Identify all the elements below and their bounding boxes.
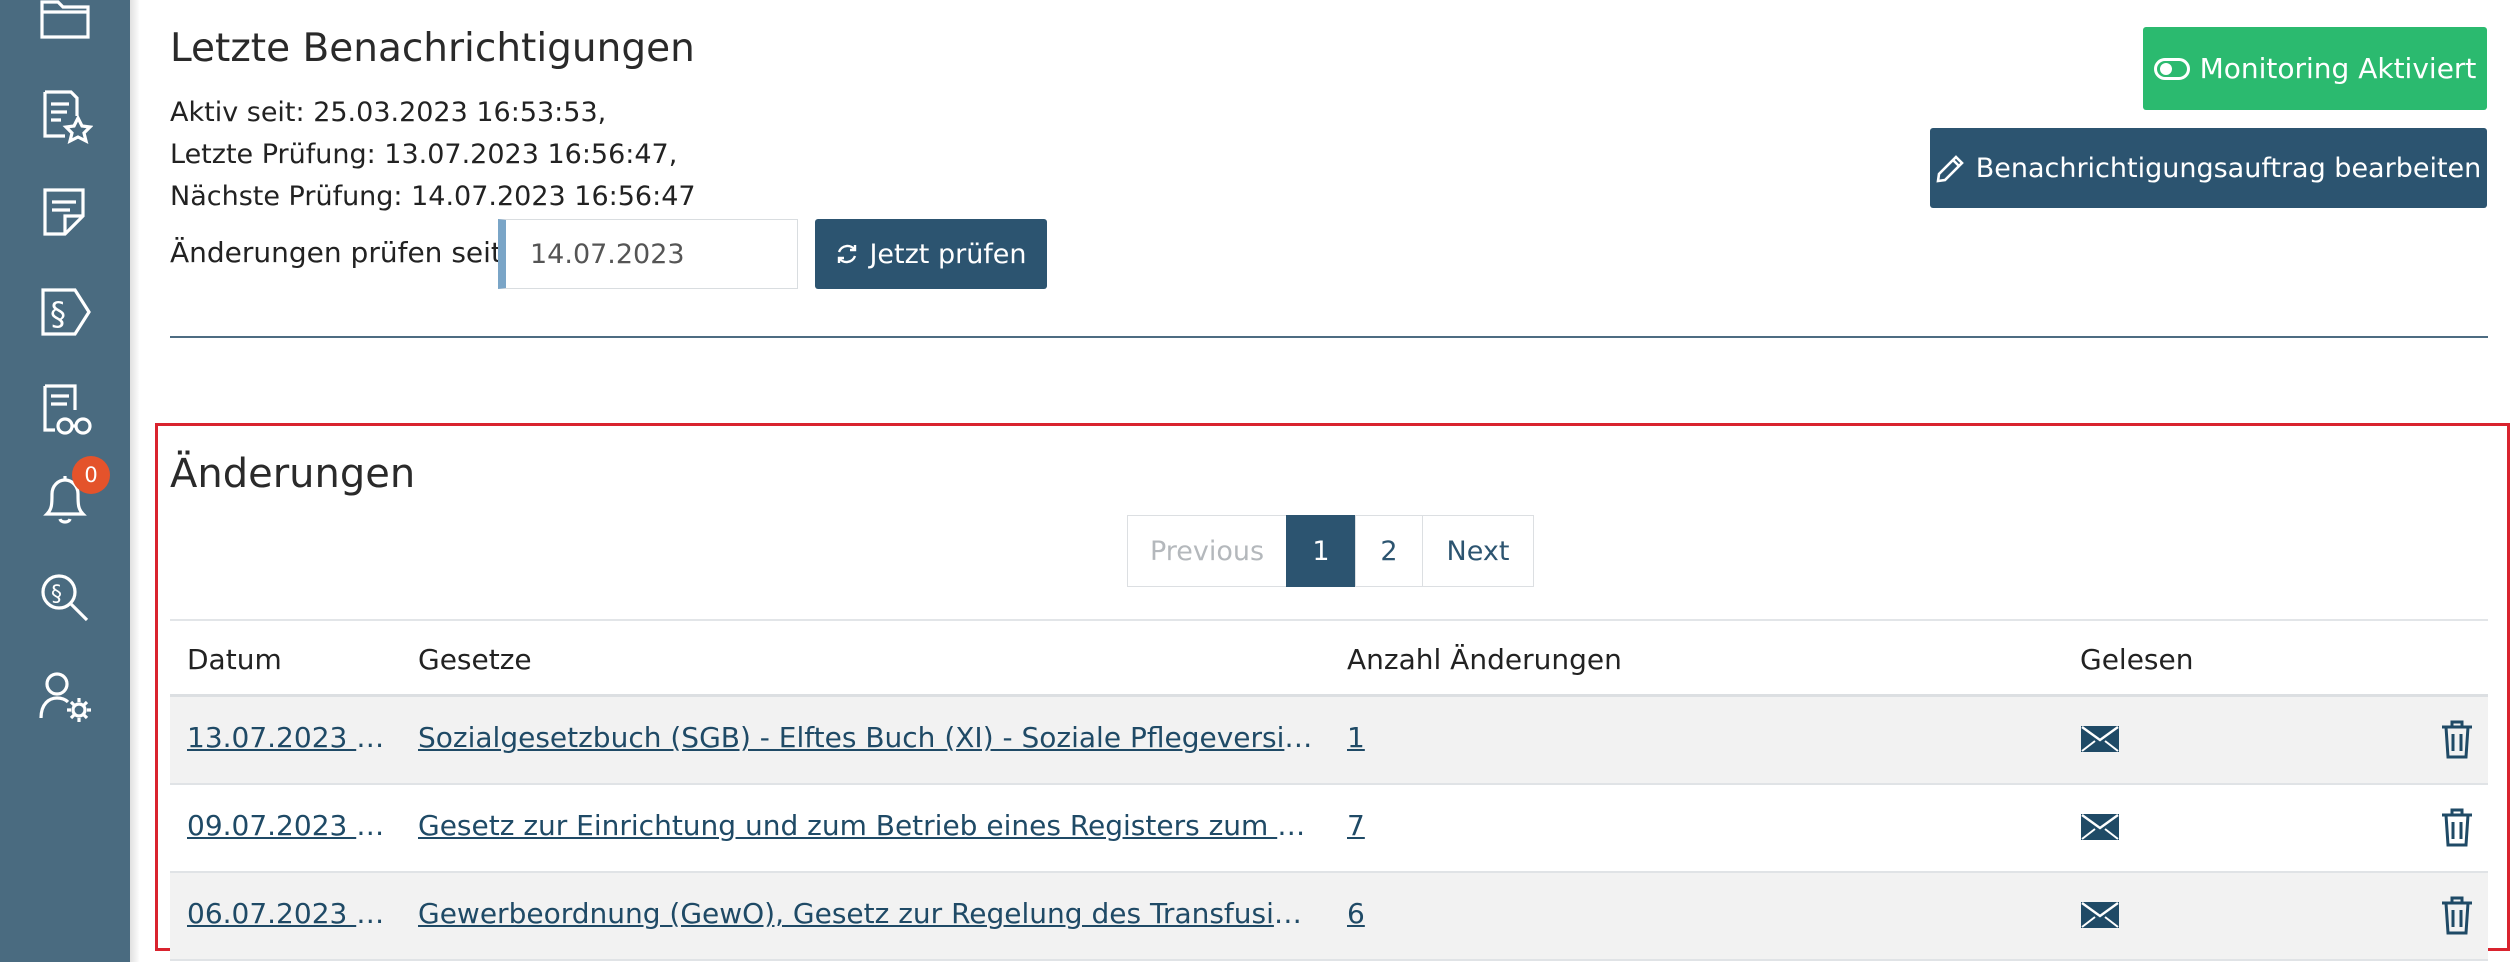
svg-text:§: § <box>51 582 62 607</box>
pagination-previous[interactable]: Previous <box>1127 515 1287 587</box>
section-divider <box>170 336 2488 338</box>
document-glasses-icon[interactable] <box>37 382 93 438</box>
trash-icon[interactable] <box>2440 719 2474 759</box>
pagination: Previous 1 2 Next <box>1127 515 1534 587</box>
monitoring-label: Monitoring Aktiviert <box>2199 52 2477 85</box>
column-header-laws[interactable]: Gesetze <box>418 643 532 676</box>
active-since-text: Aktiv seit: 25.03.2023 16:53:53, <box>170 97 607 128</box>
envelope-icon[interactable] <box>2080 724 2120 754</box>
column-header-date[interactable]: Datum <box>187 643 282 676</box>
changes-title: Änderungen <box>170 451 416 497</box>
last-check-text: Letzte Prüfung: 13.07.2023 16:56:47, <box>170 139 678 170</box>
document-edit-icon[interactable] <box>37 186 93 242</box>
check-now-label: Jetzt prüfen <box>869 238 1027 270</box>
changes-table: Datum Gesetze Anzahl Änderungen Gelesen … <box>170 619 2488 961</box>
next-check-text: Nächste Prüfung: 14.07.2023 16:56:47 <box>170 181 696 212</box>
paragraph-search-icon[interactable]: § <box>37 570 93 626</box>
column-header-change-count[interactable]: Anzahl Änderungen <box>1347 643 1622 676</box>
monitoring-toggle-button[interactable]: Monitoring Aktiviert <box>2143 27 2487 110</box>
check-since-label: Änderungen prüfen seit <box>170 236 502 269</box>
sidebar-shadow <box>130 0 140 962</box>
row-laws-link[interactable]: Sozialgesetzbuch (SGB) - Elftes Buch (XI… <box>418 721 1318 754</box>
row-date-link[interactable]: 13.07.2023 1... <box>187 721 395 754</box>
row-date-link[interactable]: 06.07.2023 1... <box>187 897 395 930</box>
row-laws-link[interactable]: Gesetz zur Einrichtung und zum Betrieb e… <box>418 809 1318 842</box>
column-header-read[interactable]: Gelesen <box>2080 643 2194 676</box>
notification-badge: 0 <box>72 456 110 494</box>
table-row: 13.07.2023 1... Sozialgesetzbuch (SGB) -… <box>170 697 2488 785</box>
table-row: 09.07.2023 1... Gesetz zur Einrichtung u… <box>170 785 2488 873</box>
pagination-page-1[interactable]: 1 <box>1286 515 1356 587</box>
refresh-icon <box>838 244 857 264</box>
user-settings-icon[interactable] <box>37 668 93 724</box>
folder-icon[interactable] <box>37 0 93 46</box>
trash-icon[interactable] <box>2440 807 2474 847</box>
check-since-date-input[interactable] <box>498 219 798 289</box>
paragraph-tag-icon[interactable]: § <box>37 284 93 340</box>
row-count-link[interactable]: 6 <box>1347 897 1365 930</box>
edit-job-label: Benachrichtigungsauftrag bearbeiten <box>1975 152 2482 184</box>
toggle-icon <box>2153 57 2190 80</box>
row-count-link[interactable]: 7 <box>1347 809 1365 842</box>
row-date-link[interactable]: 09.07.2023 1... <box>187 809 395 842</box>
page-title: Letzte Benachrichtigungen <box>170 26 695 71</box>
table-row: 06.07.2023 1... Gewerbeordnung (GewO), G… <box>170 873 2488 961</box>
edit-job-button[interactable]: Benachrichtigungsauftrag bearbeiten <box>1930 128 2487 208</box>
pagination-page-2[interactable]: 2 <box>1355 515 1423 587</box>
envelope-icon[interactable] <box>2080 900 2120 930</box>
check-now-button[interactable]: Jetzt prüfen <box>815 219 1047 289</box>
document-star-icon[interactable] <box>37 88 94 144</box>
envelope-icon[interactable] <box>2080 812 2120 842</box>
trash-icon[interactable] <box>2440 895 2474 935</box>
table-header: Datum Gesetze Anzahl Änderungen Gelesen <box>170 619 2488 697</box>
row-count-link[interactable]: 1 <box>1347 721 1365 754</box>
pagination-next[interactable]: Next <box>1422 515 1534 587</box>
row-laws-link[interactable]: Gewerbeordnung (GewO), Gesetz zur Regelu… <box>418 897 1318 930</box>
svg-text:§: § <box>50 295 66 333</box>
pencil-icon <box>1936 155 1964 183</box>
